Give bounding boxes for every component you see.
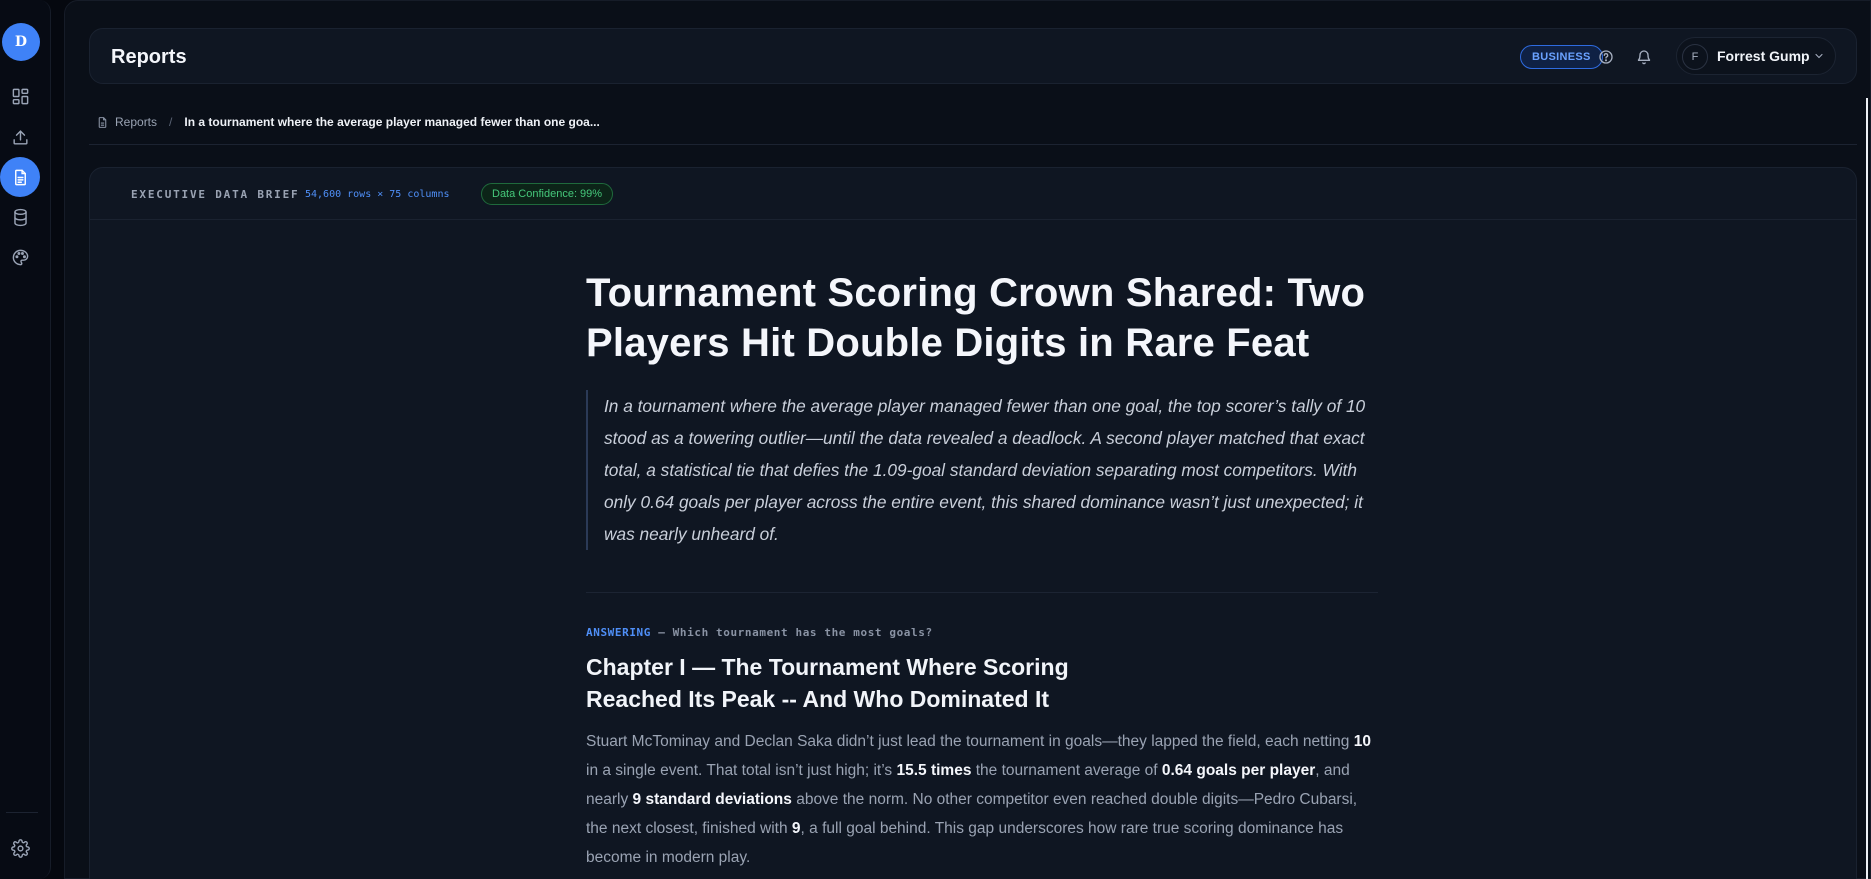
database-icon	[13, 208, 27, 226]
sidebar-item-themes[interactable]	[0, 237, 40, 277]
dashboard-icon	[12, 88, 28, 104]
sidebar-item-database[interactable]	[0, 197, 40, 237]
user-name: Forrest Gump	[1717, 48, 1810, 64]
app: D Reports BUSINESS F Forrest Gump Report…	[0, 0, 1871, 879]
report-headline: Tournament Scoring Crown Shared: Two Pla…	[586, 271, 1366, 365]
body-text-segment: in a single event. That total isn’t just…	[586, 762, 897, 779]
main-content: Reports BUSINESS F Forrest Gump Reports …	[64, 0, 1871, 879]
sidebar-item-upload[interactable]	[0, 117, 40, 157]
body-highlight: 15.5 times	[896, 762, 972, 779]
help-circle-icon	[1599, 50, 1613, 64]
body-highlight: 9 standard deviations	[632, 791, 792, 808]
confidence-badge: Data Confidence: 99%	[481, 183, 614, 205]
breadcrumb-current: In a tournament where the average player…	[184, 115, 600, 129]
section-divider	[586, 592, 1378, 593]
palette-icon	[12, 249, 28, 265]
body-highlight: 9	[791, 820, 801, 837]
document-icon	[98, 116, 107, 128]
bell-icon	[1637, 50, 1651, 65]
body-highlight: 10	[1353, 733, 1371, 750]
sidebar: D	[0, 0, 51, 879]
report-lede: In a tournament where the average player…	[586, 390, 1378, 550]
upload-icon	[12, 129, 28, 145]
reports-icon	[14, 169, 26, 185]
sidebar-item-dashboard[interactable]	[0, 76, 40, 116]
chapter-body: Stuart McTominay and Declan Saka didn’t …	[586, 727, 1378, 872]
topbar: Reports BUSINESS F Forrest Gump	[89, 28, 1857, 84]
help-button[interactable]	[1595, 46, 1617, 68]
page-title: Reports	[111, 46, 187, 68]
answering-tag: ANSWERING	[586, 626, 652, 639]
body-text-segment: the tournament average of	[971, 762, 1162, 779]
brief-label: EXECUTIVE DATA BRIEF	[131, 188, 300, 201]
avatar: F	[1682, 44, 1708, 70]
chevron-down-icon	[1815, 53, 1823, 59]
sidebar-item-reports[interactable]	[0, 157, 40, 197]
report-article: Tournament Scoring Crown Shared: Two Pla…	[586, 268, 1378, 872]
breadcrumb-separator: /	[169, 115, 173, 129]
plan-badge: BUSINESS	[1520, 45, 1603, 69]
body-highlight: 0.64 goals per player	[1161, 762, 1316, 779]
scrollbar[interactable]	[1866, 98, 1868, 879]
user-menu[interactable]: F Forrest Gump	[1676, 37, 1836, 75]
settings-icon	[10, 838, 30, 858]
answering-label: ANSWERING — Which tournament has the mos…	[586, 626, 1378, 639]
breadcrumb: Reports / In a tournament where the aver…	[96, 114, 600, 130]
answering-question: — Which tournament has the most goals?	[651, 626, 933, 639]
breadcrumb-root[interactable]: Reports	[115, 115, 157, 129]
breadcrumb-divider	[89, 144, 1857, 145]
sidebar-item-settings[interactable]	[0, 828, 40, 868]
body-text-segment: Stuart McTominay and Declan Saka didn’t …	[586, 733, 1354, 750]
brief-header: EXECUTIVE DATA BRIEF 54,600 rows × 75 co…	[90, 168, 1856, 220]
logo[interactable]: D	[2, 23, 40, 61]
notifications-button[interactable]	[1633, 46, 1655, 68]
dataset-dimensions: 54,600 rows × 75 columns	[305, 189, 450, 200]
sidebar-divider	[6, 812, 38, 813]
report-panel: EXECUTIVE DATA BRIEF 54,600 rows × 75 co…	[89, 167, 1857, 879]
chapter-title: Chapter I — The Tournament Where Scoring…	[586, 654, 1069, 712]
